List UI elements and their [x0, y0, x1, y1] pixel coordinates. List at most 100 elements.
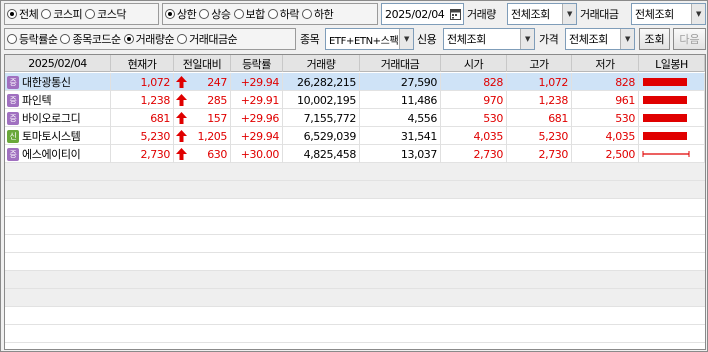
radio-circle: [302, 9, 312, 19]
radio-circle: [7, 9, 17, 19]
stock-name-cell[interactable]: 증 파인텍: [5, 91, 111, 109]
empty-row: [5, 307, 705, 325]
stock-name-cell[interactable]: 증 바이오로그디: [5, 109, 111, 127]
header-low[interactable]: 저가: [572, 55, 639, 72]
change-value: 285: [207, 93, 227, 107]
volume: 7,155,772: [283, 109, 360, 127]
credit-select[interactable]: 전체조회 ▼: [443, 28, 535, 50]
table-row[interactable]: 증 에스에이티이 2,730 630 +30.00 4,825,458 13,037 2,73…: [5, 145, 705, 163]
low-price: 530: [572, 109, 639, 127]
change-rate: +29.91: [231, 91, 283, 109]
chevron-down-icon[interactable]: ▼: [620, 29, 634, 49]
window-frame: 전체 코스피 코스닥 상한 상승 보합 하락 하한 2025/02/04 거래량…: [0, 0, 708, 352]
table-row[interactable]: 증 파인텍 1,238 285 +29.91 10,002,195 11,486 970 1,2…: [5, 91, 705, 109]
daily-candle: [639, 109, 705, 127]
change-cell: 1,205: [174, 127, 231, 145]
next-button[interactable]: 다음: [673, 28, 706, 50]
daily-candle: [639, 91, 705, 109]
market-radio-group: 전체 코스피 코스닥: [4, 3, 159, 25]
search-button[interactable]: 조회: [639, 28, 670, 50]
radio-lower-limit[interactable]: 하한: [302, 6, 334, 22]
high-price: 2,730: [507, 145, 572, 163]
volume: 26,282,215: [283, 73, 360, 91]
up-arrow-icon: [176, 76, 187, 88]
candle-icon: [643, 132, 687, 140]
empty-row: [5, 199, 705, 217]
volume: 4,825,458: [283, 145, 360, 163]
empty-row: [5, 235, 705, 253]
radio-circle: [60, 34, 71, 44]
empty-row: [5, 163, 705, 181]
header-date[interactable]: 2025/02/04: [5, 55, 111, 72]
header-amount[interactable]: 거래대금: [360, 55, 441, 72]
table-row[interactable]: 증 바이오로그디 681 157 +29.96 7,155,772 4,556 530 681 5…: [5, 109, 705, 127]
trade-amount: 27,590: [360, 73, 441, 91]
stock-name: 바이오로그디: [22, 112, 81, 125]
open-price: 4,035: [441, 127, 507, 145]
table-row[interactable]: 증 대한광통신 1,072 247 +29.94 26,282,215 27,590 828 1…: [5, 73, 705, 91]
stock-name: 대한광통신: [22, 76, 71, 89]
volume-label: 거래량: [467, 8, 496, 21]
header-volume[interactable]: 거래량: [283, 55, 360, 72]
header-change[interactable]: 전일대비: [174, 55, 231, 72]
stock-name-cell[interactable]: 증 에스에이티이: [5, 145, 111, 163]
change-value: 157: [207, 111, 227, 125]
chevron-down-icon[interactable]: ▼: [399, 29, 413, 49]
radio-fall[interactable]: 하락: [267, 6, 300, 22]
date-input[interactable]: 2025/02/04: [381, 3, 464, 25]
change-rate: +29.94: [231, 127, 283, 145]
chevron-down-icon[interactable]: ▼: [562, 4, 576, 24]
calendar-icon[interactable]: [450, 8, 461, 20]
stock-name-cell[interactable]: 신 토마토시스템: [5, 127, 111, 145]
chevron-down-icon[interactable]: ▼: [691, 4, 705, 24]
low-price: 2,500: [572, 145, 639, 163]
price-select[interactable]: 전체조회 ▼: [565, 28, 635, 50]
radio-sort-volume[interactable]: 거래량순: [123, 31, 175, 47]
table-header: 2025/02/04 현재가 전일대비 등락률 거래량 거래대금 시가 고가 저…: [5, 55, 705, 72]
empty-row: [5, 343, 705, 349]
open-price: 530: [441, 109, 507, 127]
high-price: 5,230: [507, 127, 572, 145]
radio-market-all[interactable]: 전체: [7, 6, 39, 22]
open-price: 2,730: [441, 145, 507, 163]
radio-rise[interactable]: 상승: [199, 6, 231, 22]
radio-circle: [165, 9, 175, 19]
empty-row: [5, 271, 705, 289]
header-price[interactable]: 현재가: [111, 55, 174, 72]
up-arrow-icon: [176, 148, 187, 160]
header-high[interactable]: 고가: [507, 55, 572, 72]
header-candle[interactable]: L일봉H: [639, 55, 705, 72]
table-row[interactable]: 신 토마토시스템 5,230 1,205 +29.94 6,529,039 31,541 4,…: [5, 127, 705, 145]
stock-badge-icon: 신: [7, 129, 19, 143]
item-select[interactable]: ETF+ETN+스팩 ▼: [325, 28, 414, 50]
radio-flat[interactable]: 보합: [233, 6, 265, 22]
radio-sort-rate[interactable]: 등락률순: [7, 31, 58, 47]
amount-select[interactable]: 전체조회 ▼: [631, 3, 706, 25]
stock-badge-icon: 증: [7, 75, 19, 89]
stock-name: 토마토시스템: [22, 130, 81, 143]
chevron-down-icon[interactable]: ▼: [520, 29, 534, 49]
trade-amount: 11,486: [360, 91, 441, 109]
current-price: 2,730: [111, 145, 174, 163]
header-rate[interactable]: 등락률: [231, 55, 283, 72]
high-price: 1,072: [507, 73, 572, 91]
radio-sort-code[interactable]: 종목코드순: [60, 31, 121, 47]
candle-icon: [643, 114, 687, 122]
radio-market-kosdaq[interactable]: 코스닥: [85, 6, 126, 22]
empty-row: [5, 289, 705, 307]
up-arrow-icon: [176, 112, 187, 124]
stock-name-cell[interactable]: 증 대한광통신: [5, 73, 111, 91]
radio-circle: [41, 9, 52, 19]
current-price: 5,230: [111, 127, 174, 145]
header-open[interactable]: 시가: [441, 55, 507, 72]
change-value: 630: [207, 147, 227, 161]
up-arrow-icon: [176, 130, 187, 142]
low-price: 828: [572, 73, 639, 91]
radio-sort-amount[interactable]: 거래대금순: [177, 31, 238, 47]
radio-market-kospi[interactable]: 코스피: [41, 6, 83, 22]
high-price: 681: [507, 109, 572, 127]
volume-select[interactable]: 전체조회 ▼: [507, 3, 577, 25]
filter-row-2: 등락률순 종목코드순 거래량순 거래대금순 종목 ETF+ETN+스팩 ▼ 신용…: [4, 28, 706, 50]
radio-upper-limit[interactable]: 상한: [165, 6, 197, 22]
daily-candle: [639, 145, 705, 163]
